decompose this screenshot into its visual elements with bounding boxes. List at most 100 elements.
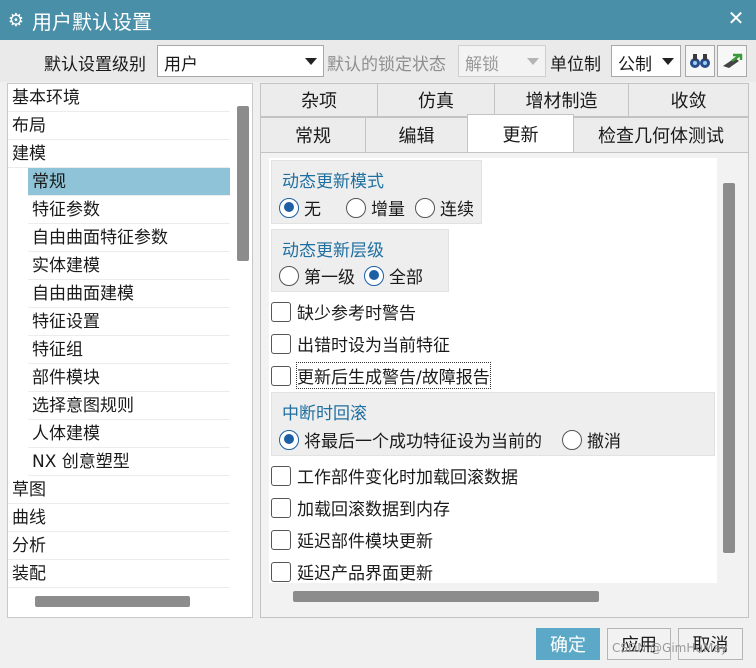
- tree-item[interactable]: 建模: [8, 140, 230, 168]
- tab-simulation[interactable]: 仿真: [377, 83, 495, 117]
- lock-select[interactable]: 解锁: [458, 45, 546, 77]
- tab-bar: 杂项 仿真 增材制造 收敛 常规 编辑 更新 检查几何体测试: [260, 83, 749, 154]
- radio-label: 将最后一个成功特征设为当前的: [304, 432, 542, 452]
- content-vertical-scrollbar[interactable]: [723, 183, 735, 553]
- radio-indicator: [279, 197, 299, 218]
- update-level-title: 动态更新层级: [282, 241, 384, 261]
- delay-module-update-checkbox[interactable]: 延迟部件模块更新: [271, 527, 433, 552]
- checkbox-box: [271, 301, 291, 322]
- tree-vertical-scrollbar[interactable]: [237, 106, 249, 261]
- radio-label: 无: [304, 200, 321, 220]
- tab-general[interactable]: 常规: [260, 117, 366, 153]
- chevron-down-icon: [527, 58, 539, 65]
- update-mode-continuous-radio[interactable]: 连续: [415, 195, 474, 220]
- rollback-last-success-radio[interactable]: 将最后一个成功特征设为当前的: [279, 427, 542, 452]
- tab-additive[interactable]: 增材制造: [494, 83, 629, 117]
- interrupt-title: 中断时回滚: [282, 404, 367, 424]
- radio-label: 撤消: [587, 432, 621, 452]
- tree-item[interactable]: 特征参数: [28, 196, 230, 224]
- window-title: 用户默认设置: [32, 9, 152, 34]
- lock-value: 解锁: [465, 55, 499, 75]
- checkbox-label: 工作部件变化时加载回滚数据: [297, 468, 518, 488]
- checkbox-label: 更新后生成警告/故障报告: [296, 362, 491, 389]
- tree-item[interactable]: 实体建模: [28, 252, 230, 280]
- delay-interface-update-checkbox[interactable]: 延迟产品界面更新: [271, 559, 433, 584]
- update-mode-title: 动态更新模式: [282, 172, 384, 192]
- chevron-down-icon: [305, 58, 317, 65]
- import-export-button[interactable]: [717, 45, 747, 77]
- update-level-all-radio[interactable]: 全部: [364, 263, 423, 288]
- tab-edit[interactable]: 编辑: [365, 117, 468, 153]
- import-export-icon: [723, 53, 743, 68]
- tree-item[interactable]: 布局: [8, 112, 230, 140]
- level-select[interactable]: 用户: [157, 45, 324, 77]
- radio-indicator: [346, 197, 366, 218]
- checkbox-label: 出错时设为当前特征: [297, 336, 450, 356]
- category-tree: 基本环境 布局 建模 常规 特征参数 自由曲面特征参数 实体建模 自由曲面建模 特征设置 特征组部…: [7, 83, 253, 618]
- checkbox-box: [271, 561, 291, 582]
- tree-item[interactable]: 自由曲面特征参数: [28, 224, 230, 252]
- tree-item[interactable]: 曲线: [8, 504, 230, 532]
- checkbox-label: 延迟产品界面更新: [297, 564, 433, 584]
- radio-indicator: [562, 429, 582, 450]
- tree-item[interactable]: 选择意图规则: [28, 392, 230, 420]
- tree-item[interactable]: NX 创意塑型: [28, 448, 230, 476]
- radio-indicator: [279, 265, 299, 286]
- update-level-group: 动态更新层级 第一级 全部: [271, 229, 449, 292]
- generate-report-checkbox[interactable]: 更新后生成警告/故障报告: [271, 362, 491, 389]
- tree-item[interactable]: 草图: [8, 476, 230, 504]
- tree-horizontal-scrollbar[interactable]: [35, 596, 190, 607]
- close-icon[interactable]: ✕: [724, 6, 748, 30]
- tree-item[interactable]: 部件模块: [28, 364, 230, 392]
- checkbox-label: 加载回滚数据到内存: [297, 500, 450, 520]
- tree-item[interactable]: 常规: [28, 168, 230, 196]
- find-button[interactable]: [685, 45, 715, 77]
- radio-indicator: [279, 429, 299, 450]
- update-mode-none-radio[interactable]: 无: [279, 195, 321, 220]
- chevron-down-icon: [662, 58, 674, 65]
- rollback-undo-radio[interactable]: 撤消: [562, 427, 621, 452]
- radio-label: 第一级: [304, 268, 355, 288]
- interrupt-rollback-group: 中断时回滚 将最后一个成功特征设为当前的 撤消: [271, 392, 715, 456]
- gear-icon: ⚙: [7, 9, 25, 31]
- update-settings-panel: 动态更新模式 无 增量 连续 动态更新层级 第一级 全部 缺少参考时警告 出错时: [260, 152, 749, 618]
- radio-indicator: [415, 197, 435, 218]
- radio-label: 全部: [389, 268, 423, 288]
- tree-item[interactable]: 特征组: [28, 336, 230, 364]
- tree-item[interactable]: 分析: [8, 532, 230, 560]
- settings-bar: 默认设置级别 用户 默认的锁定状态 解锁 单位制 公制: [0, 40, 756, 82]
- checkbox-label: 缺少参考时警告: [297, 304, 416, 324]
- tree-item[interactable]: 人体建模: [28, 420, 230, 448]
- tab-update[interactable]: 更新: [467, 114, 574, 154]
- load-rollback-to-memory-checkbox[interactable]: 加载回滚数据到内存: [271, 495, 450, 520]
- radio-label: 增量: [371, 200, 405, 220]
- tab-convergent[interactable]: 收敛: [628, 83, 749, 117]
- checkbox-box: [271, 333, 291, 354]
- tree-item[interactable]: 自由曲面建模: [28, 280, 230, 308]
- ok-button[interactable]: 确定: [536, 628, 600, 660]
- tab-check-geometry[interactable]: 检查几何体测试: [573, 117, 749, 153]
- unit-value: 公制: [618, 55, 652, 75]
- update-mode-group: 动态更新模式 无 增量 连续: [271, 160, 482, 224]
- checkbox-box: [271, 529, 291, 550]
- radio-label: 连续: [440, 200, 474, 220]
- warn-missing-reference-checkbox[interactable]: 缺少参考时警告: [271, 299, 416, 324]
- checkbox-box: [271, 465, 291, 486]
- tree-item[interactable]: 装配: [8, 560, 230, 588]
- level-label: 默认设置级别: [44, 55, 146, 75]
- checkbox-box: [271, 497, 291, 518]
- load-rollback-on-change-checkbox[interactable]: 工作部件变化时加载回滚数据: [271, 463, 518, 488]
- level-value: 用户: [164, 55, 198, 75]
- checkbox-label: 延迟部件模块更新: [297, 532, 433, 552]
- update-mode-incremental-radio[interactable]: 增量: [346, 195, 405, 220]
- tree-item[interactable]: 基本环境: [8, 84, 230, 112]
- title-bar: ⚙ 用户默认设置 ✕: [0, 0, 756, 40]
- radio-indicator: [364, 265, 384, 286]
- tree-item[interactable]: 特征设置: [28, 308, 230, 336]
- content-horizontal-scrollbar[interactable]: [293, 591, 599, 602]
- update-level-first-radio[interactable]: 第一级: [279, 263, 355, 288]
- settings-scroll-area: 动态更新模式 无 增量 连续 动态更新层级 第一级 全部 缺少参考时警告 出错时: [269, 158, 717, 584]
- tab-misc[interactable]: 杂项: [260, 83, 378, 117]
- unit-select[interactable]: 公制: [611, 45, 681, 77]
- make-current-on-error-checkbox[interactable]: 出错时设为当前特征: [271, 331, 450, 356]
